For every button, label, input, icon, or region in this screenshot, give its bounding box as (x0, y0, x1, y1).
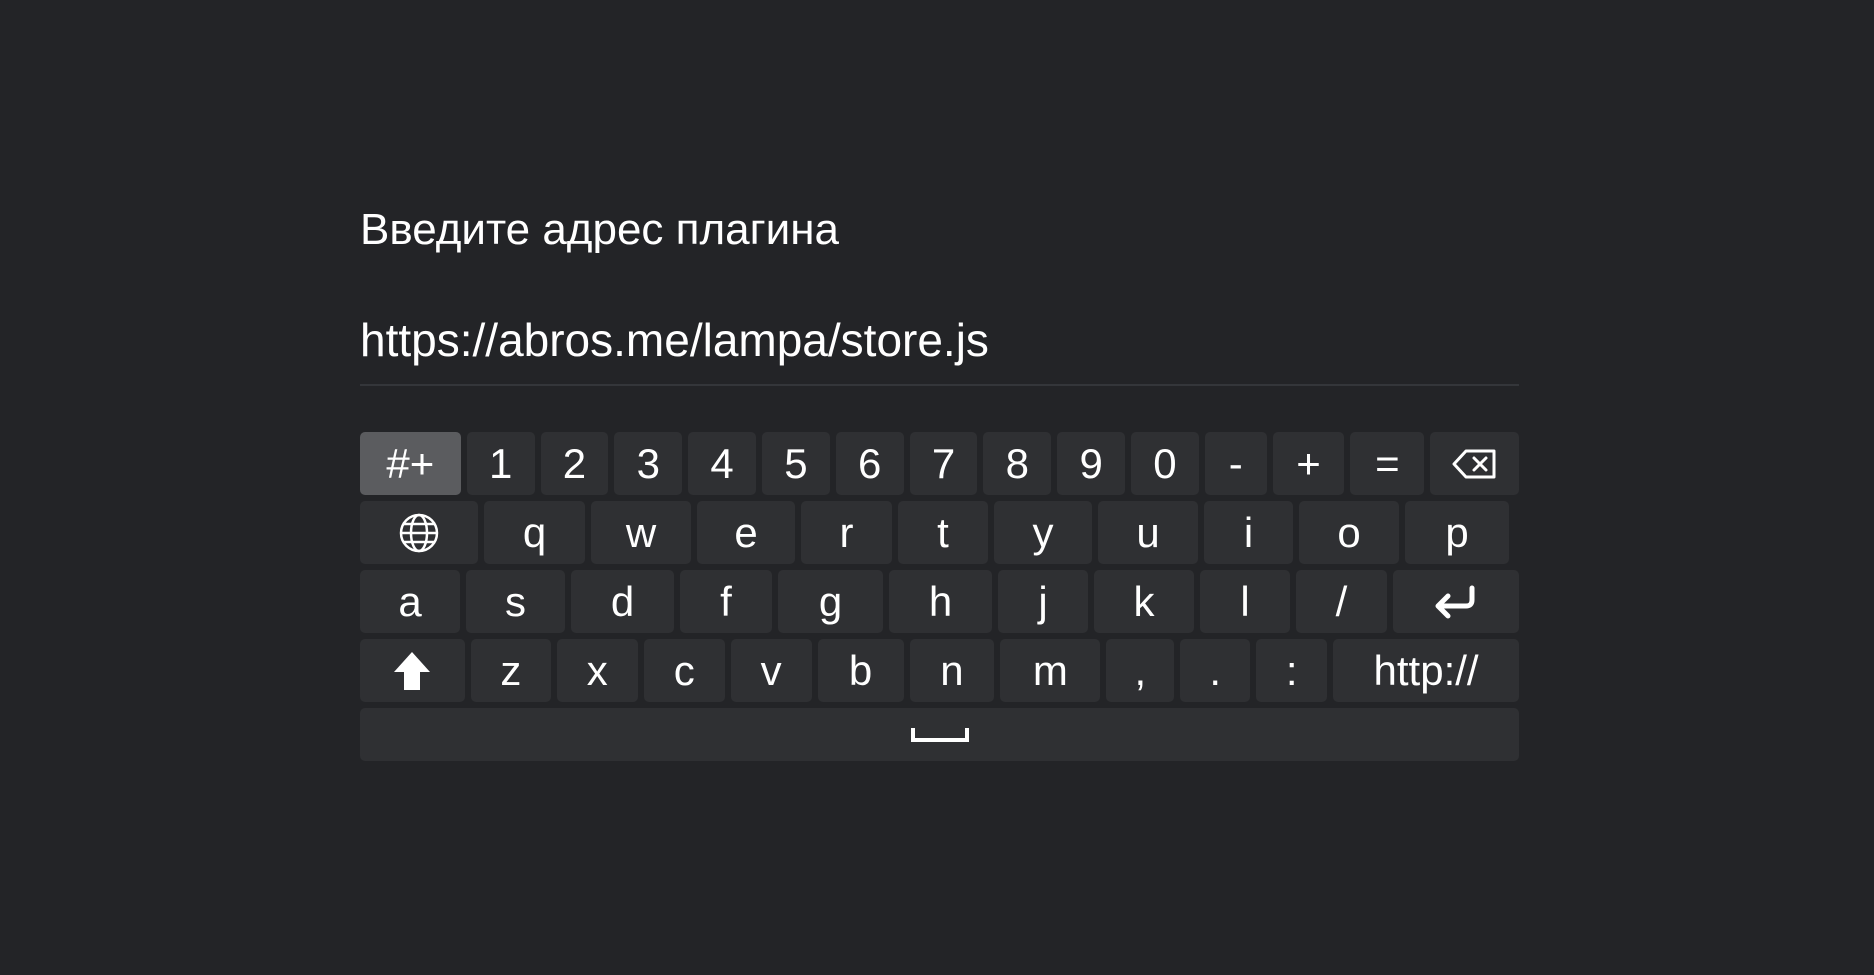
key-j[interactable]: j (998, 570, 1088, 633)
key-comma[interactable]: , (1106, 639, 1175, 702)
plugin-address-dialog: Введите адрес плагина https://abros.me/l… (360, 200, 1520, 761)
key-c[interactable]: c (643, 639, 725, 702)
key-e[interactable]: e (697, 501, 795, 564)
enter-key[interactable] (1393, 570, 1519, 633)
key-f[interactable]: f (680, 570, 772, 633)
key-r[interactable]: r (801, 501, 892, 564)
key-minus[interactable]: - (1204, 432, 1267, 495)
key-k[interactable]: k (1094, 570, 1194, 633)
key-g[interactable]: g (778, 570, 883, 633)
key-9[interactable]: 9 (1057, 432, 1126, 495)
key-v[interactable]: v (730, 639, 812, 702)
key-m[interactable]: m (1000, 639, 1101, 702)
key-n[interactable]: n (909, 639, 995, 702)
backspace-icon (1452, 448, 1498, 480)
enter-icon (1432, 584, 1480, 620)
key-3[interactable]: 3 (614, 432, 683, 495)
space-key[interactable] (360, 708, 1519, 761)
keyboard-row-4: z x c v b n m , . : http:// (360, 639, 1519, 702)
key-0[interactable]: 0 (1131, 432, 1199, 495)
key-z[interactable]: z (470, 639, 551, 702)
key-b[interactable]: b (817, 639, 904, 702)
key-7[interactable]: 7 (909, 432, 978, 495)
key-u[interactable]: u (1098, 501, 1198, 564)
http-prefix-key[interactable]: http:// (1333, 639, 1519, 702)
key-p[interactable]: p (1405, 501, 1509, 564)
key-6[interactable]: 6 (835, 432, 904, 495)
key-d[interactable]: d (571, 570, 674, 633)
key-h[interactable]: h (889, 570, 992, 633)
key-8[interactable]: 8 (983, 432, 1052, 495)
key-l[interactable]: l (1200, 570, 1290, 633)
key-t[interactable]: t (898, 501, 988, 564)
key-x[interactable]: x (556, 639, 638, 702)
key-equals[interactable]: = (1350, 432, 1425, 495)
space-icon (910, 726, 970, 744)
key-o[interactable]: o (1299, 501, 1399, 564)
key-symbols[interactable]: #+ (360, 432, 461, 495)
language-key[interactable] (360, 501, 478, 564)
key-y[interactable]: y (994, 501, 1092, 564)
key-i[interactable]: i (1204, 501, 1293, 564)
key-slash[interactable]: / (1296, 570, 1387, 633)
key-q[interactable]: q (484, 501, 585, 564)
on-screen-keyboard: #+ 1 2 3 4 5 6 7 8 9 0 - + = q w e r t y… (360, 432, 1520, 761)
plugin-url-input[interactable]: https://abros.me/lampa/store.js (360, 310, 1519, 386)
keyboard-row-2: q w e r t y u i o p (360, 501, 1519, 564)
globe-icon (398, 512, 440, 554)
key-colon[interactable]: : (1256, 639, 1328, 702)
key-4[interactable]: 4 (688, 432, 756, 495)
key-s[interactable]: s (466, 570, 565, 633)
key-period[interactable]: . (1180, 639, 1251, 702)
shift-key[interactable] (360, 639, 465, 702)
keyboard-row-5 (360, 708, 1519, 761)
backspace-key[interactable] (1430, 432, 1520, 495)
shift-icon (392, 650, 432, 692)
keyboard-row-1: #+ 1 2 3 4 5 6 7 8 9 0 - + = (360, 432, 1520, 495)
dialog-title: Введите адрес плагина (360, 205, 840, 254)
key-w[interactable]: w (591, 501, 691, 564)
key-a[interactable]: a (360, 570, 460, 633)
key-5[interactable]: 5 (761, 432, 830, 495)
key-plus[interactable]: + (1272, 432, 1345, 495)
keyboard-row-3: a s d f g h j k l / (360, 570, 1519, 633)
key-2[interactable]: 2 (540, 432, 609, 495)
key-1[interactable]: 1 (466, 432, 535, 495)
